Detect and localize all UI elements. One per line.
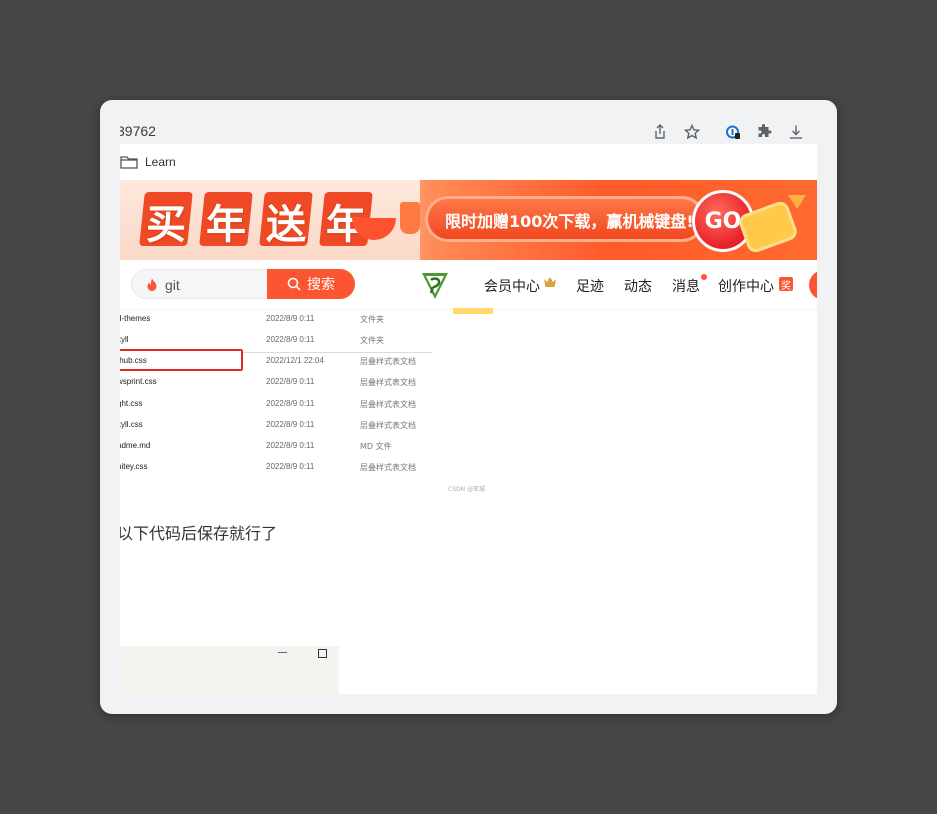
go-label: GO [704,208,742,234]
file-type: 层叠样式表文档 [360,400,416,409]
search-value: git [165,277,180,293]
nav-footprints[interactable]: 足迹 [576,276,604,296]
folder-icon [120,156,138,169]
file-type: 文件夹 [360,336,384,345]
file-type: 层叠样式表文档 [360,357,416,366]
tab-indicator [453,308,493,314]
embedded-window-image [120,646,339,694]
file-date: 2022/8/9 0:11 [266,335,315,344]
flame-icon [147,278,157,291]
promo-banner[interactable]: 买 年 送 年 限时加赠100次下载，赢机械键盘! GO [120,180,817,260]
file-row: adme.md 2022/8/9 0:11 MD 文件 [120,437,440,457]
nav-activity[interactable]: 动态 [624,276,652,296]
file-row: nitey.css 2022/8/9 0:11 层叠样式表文档 [120,458,440,478]
file-type: 层叠样式表文档 [360,378,416,387]
file-name: nitey.css [120,462,148,471]
nav-creator-center[interactable]: 创作中心 [718,276,774,296]
banner-cup-decor [400,202,420,234]
file-row: kyll 2022/8/9 0:11 文件夹 [120,331,440,351]
browser-toolbar: 39762 [120,120,817,144]
file-date: 2022/8/9 0:11 [266,314,315,323]
selection-box [120,349,243,371]
file-date: 2022/8/9 0:11 [266,441,315,450]
file-type: 文件夹 [360,315,384,324]
browser-window: 39762 Learn 买 年 送 年 限时加赠100次下载，赢机械键盘! GO… [100,100,837,714]
bookmark-learn[interactable]: Learn [120,153,176,171]
browser-content: 39762 Learn 买 年 送 年 限时加赠100次下载，赢机械键盘! GO… [120,120,817,694]
publish-button[interactable] [809,270,817,300]
url-text: 39762 [120,123,156,139]
file-type: 层叠样式表文档 [360,463,416,472]
maximize-icon [318,649,327,658]
search-input[interactable]: git [131,269,267,299]
article-paragraph: 以下代码后保存就行了 [120,524,278,543]
search-button[interactable]: 搜索 [267,269,355,299]
extension-icon[interactable] [754,122,774,142]
nav-messages[interactable]: 消息 [672,276,700,296]
nav-vip-center[interactable]: 会员中心 [484,276,540,296]
file-name: kyll [120,335,129,344]
file-date: 2022/12/1 22:04 [266,356,324,365]
file-date: 2022/8/9 0:11 [266,420,315,429]
file-row: d-themes 2022/8/9 0:11 文件夹 [120,310,440,330]
bookmark-label: Learn [145,155,176,169]
banner-char: 买 [146,202,186,248]
file-type: 层叠样式表文档 [360,421,416,430]
reward-badge: 奖 [779,277,793,292]
share-icon[interactable] [650,122,670,142]
star-icon[interactable] [682,122,702,142]
file-date: 2022/8/9 0:11 [266,399,315,408]
file-name: d-themes [120,314,151,323]
banner-char: 年 [206,202,246,248]
image-watermark: CSDN @亚城 [448,486,486,493]
password-key-icon[interactable] [723,122,743,142]
download-icon[interactable] [786,122,806,142]
search-button-label: 搜索 [307,276,335,292]
file-name: kyll.css [120,420,143,429]
site-header: git 搜索 会员中心 足迹 动态 消息 创作中心 奖 [120,260,817,308]
promo-text: 限时加赠100次下载，赢机械键盘! [445,212,694,231]
file-type: MD 文件 [360,442,392,451]
address-bar[interactable]: 39762 [120,120,710,144]
search-icon [287,277,301,291]
site-logo[interactable] [419,269,451,301]
file-row: kyll.css 2022/8/9 0:11 层叠样式表文档 [120,416,440,436]
triangle-decor [788,195,806,209]
file-row: wsprint.css 2022/8/9 0:11 层叠样式表文档 [120,373,440,393]
file-date: 2022/8/9 0:11 [266,462,315,471]
file-row: ght.css 2022/8/9 0:11 层叠样式表文档 [120,395,440,415]
unread-dot [701,274,707,280]
file-name: adme.md [120,441,151,450]
minimize-icon [278,652,287,653]
promo-pill: 限时加赠100次下载，赢机械键盘! [425,196,705,242]
file-date: 2022/8/9 0:11 [266,377,315,386]
row-highlight-line [242,352,432,353]
crown-icon [544,277,556,287]
file-name: ght.css [120,399,143,408]
banner-char: 送 [266,202,306,248]
bookmark-bar: Learn [120,144,817,180]
file-name: wsprint.css [120,377,157,386]
